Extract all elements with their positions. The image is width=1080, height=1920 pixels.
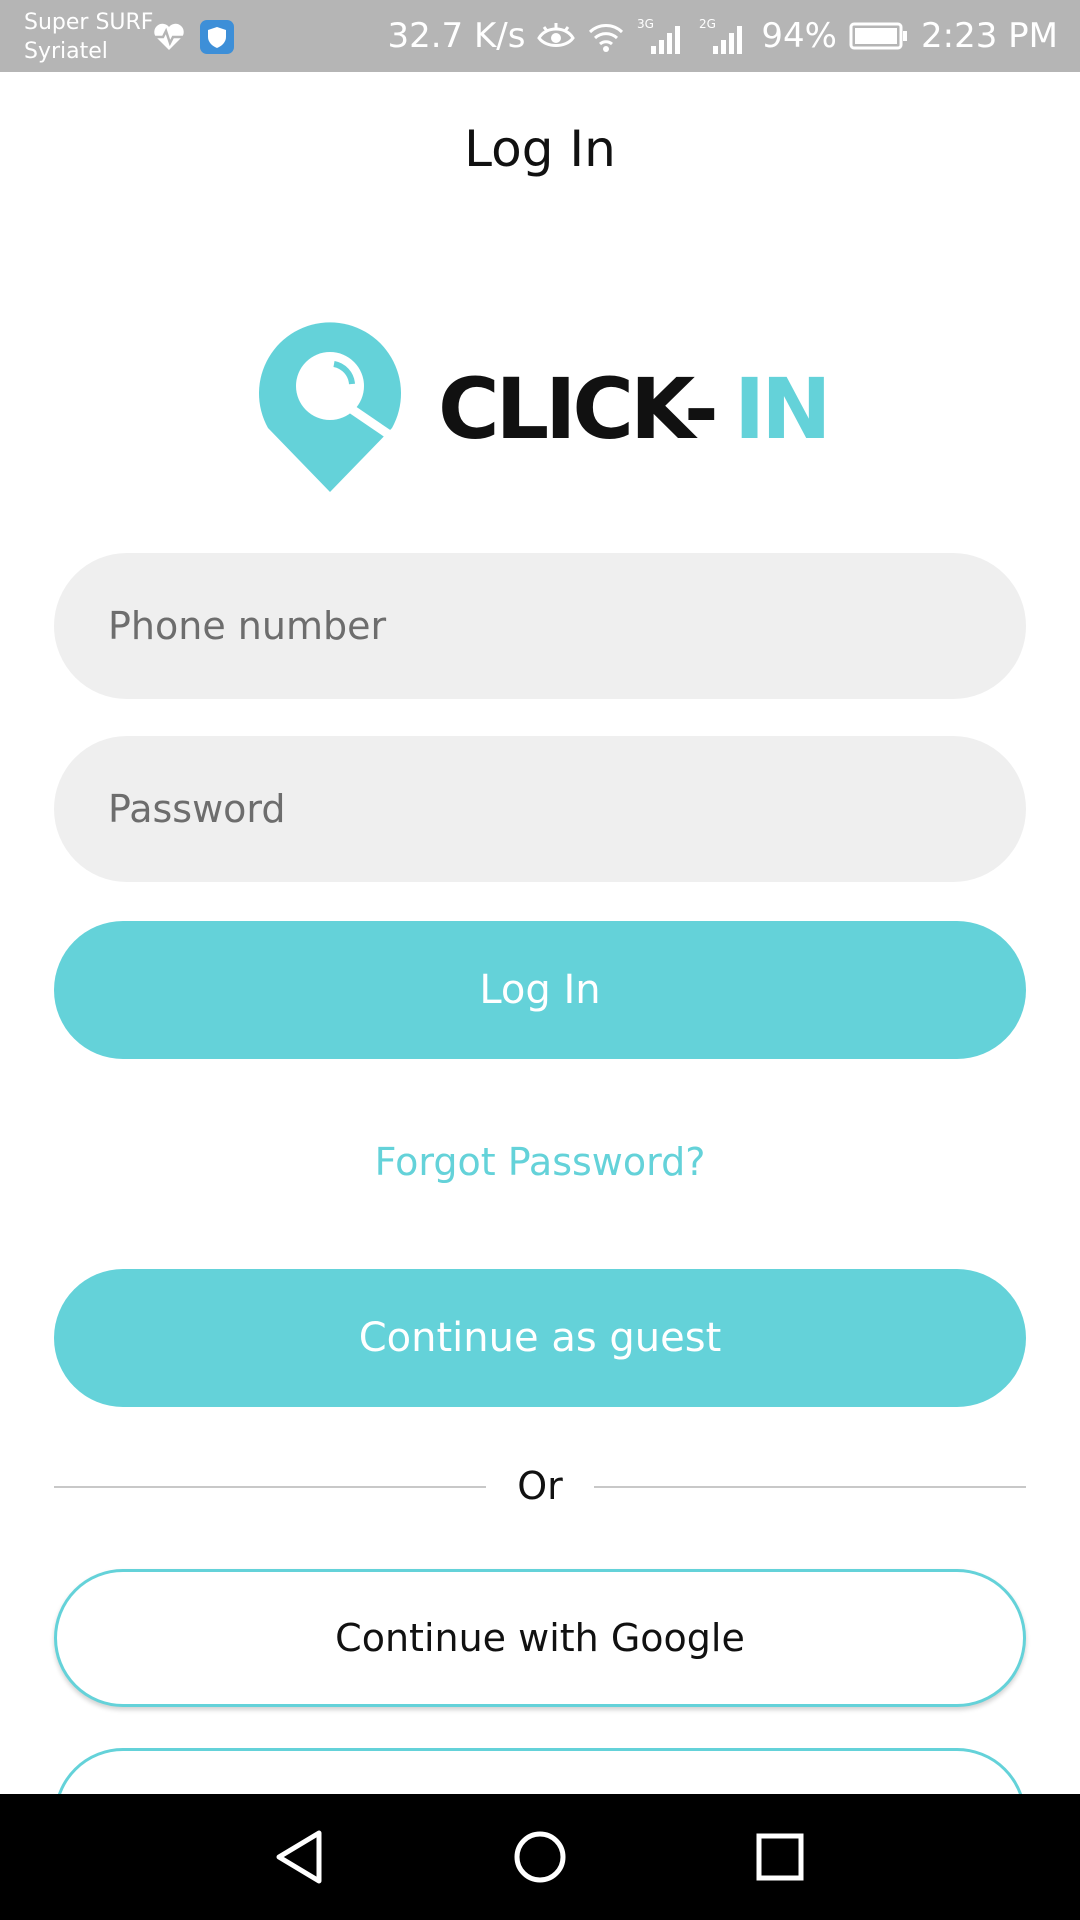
app-logo: CLICK- IN: [258, 316, 832, 496]
phone-input[interactable]: Phone number: [54, 553, 1026, 699]
home-icon[interactable]: [505, 1822, 575, 1892]
signal-3g-icon: 3G: [637, 16, 687, 56]
status-icons-left: [152, 20, 234, 58]
divider-right: [594, 1486, 1026, 1488]
forgot-password-link[interactable]: Forgot Password?: [0, 1140, 1080, 1184]
recents-icon[interactable]: [745, 1822, 815, 1892]
divider-left: [54, 1486, 486, 1488]
password-input[interactable]: Password: [54, 736, 1026, 882]
carrier-info: Super SURF Syriatel: [24, 8, 153, 66]
battery-icon: [849, 21, 909, 51]
clock: 2:23 PM: [921, 16, 1058, 56]
shield-icon: [200, 20, 234, 58]
eye-icon: [537, 21, 576, 51]
carrier-name: Super SURF: [24, 10, 154, 35]
wifi-icon: [587, 20, 625, 52]
carrier-operator: Syriatel: [24, 39, 108, 64]
page-title: Log In: [464, 120, 616, 178]
password-placeholder: Password: [108, 787, 286, 831]
back-icon[interactable]: [264, 1822, 334, 1892]
scroll-clip: [0, 1748, 1080, 1794]
net-type-2g: 2G: [699, 17, 716, 31]
status-icons-right: 32.7 K/s 3G 2G 94% 2:23 PM: [387, 0, 1058, 72]
net-type-3g: 3G: [637, 17, 654, 31]
heartbeat-icon: [152, 22, 186, 56]
logo-text-accent: IN: [734, 360, 828, 458]
network-speed: 32.7 K/s: [387, 16, 526, 56]
continue-with-google-button[interactable]: Continue with Google: [54, 1569, 1026, 1707]
phone-placeholder: Phone number: [108, 604, 387, 648]
status-bar: Super SURF Syriatel 32.7 K/s 3G 2G 94% 2…: [0, 0, 1080, 72]
logo-text-dark: CLICK-: [438, 360, 715, 458]
or-label: Or: [517, 1464, 563, 1508]
navigation-bar: [0, 1794, 1080, 1920]
continue-as-guest-button[interactable]: Continue as guest: [54, 1269, 1026, 1407]
signal-2g-icon: 2G: [699, 16, 749, 56]
battery-percent: 94%: [761, 16, 837, 56]
location-search-pin-icon: [259, 322, 401, 492]
next-social-button[interactable]: [54, 1748, 1026, 1794]
login-button[interactable]: Log In: [54, 921, 1026, 1059]
